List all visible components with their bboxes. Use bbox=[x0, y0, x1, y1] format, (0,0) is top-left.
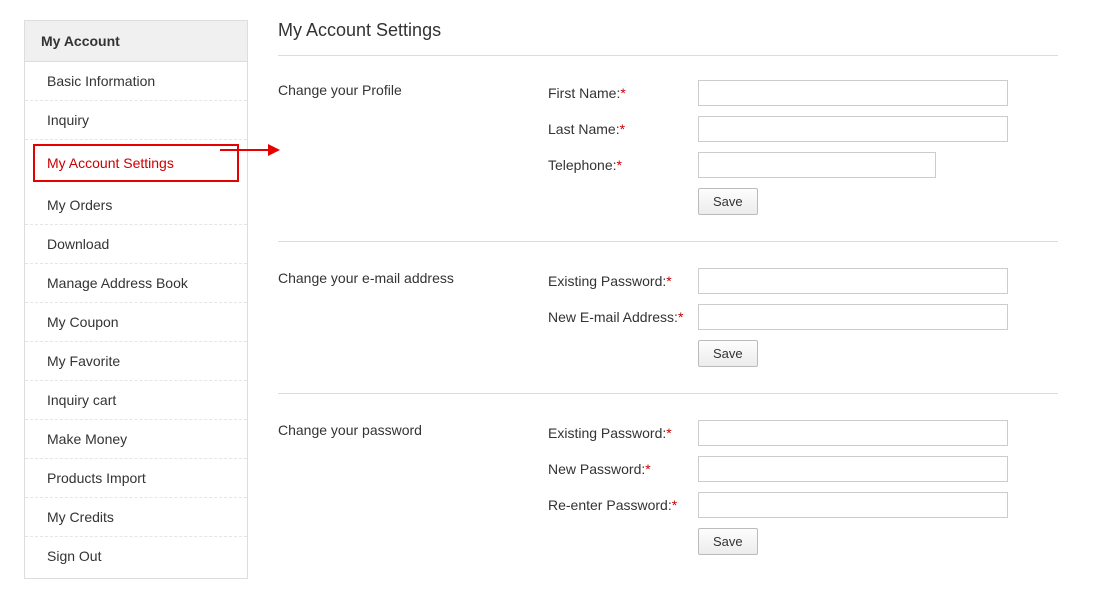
required-marker: * bbox=[645, 461, 650, 477]
label-telephone: Telephone:* bbox=[548, 157, 698, 173]
sidebar-item-my-orders[interactable]: My Orders bbox=[25, 186, 247, 225]
new-email-field[interactable] bbox=[698, 304, 1008, 330]
required-marker: * bbox=[620, 85, 625, 101]
label-existing-password: Existing Password:* bbox=[548, 425, 698, 441]
row-save-profile: Save bbox=[548, 188, 1058, 215]
sidebar-item-manage-address-book[interactable]: Manage Address Book bbox=[25, 264, 247, 303]
label-existing-password: Existing Password:* bbox=[548, 273, 698, 289]
sidebar-item-products-import[interactable]: Products Import bbox=[25, 459, 247, 498]
divider bbox=[278, 393, 1058, 394]
section-title-password: Change your password bbox=[278, 420, 548, 561]
sidebar-item-my-coupon[interactable]: My Coupon bbox=[25, 303, 247, 342]
sidebar-item-my-favorite[interactable]: My Favorite bbox=[25, 342, 247, 381]
row-telephone: Telephone:* bbox=[548, 152, 1058, 178]
sidebar: My Account Basic Information Inquiry My … bbox=[24, 20, 248, 579]
row-last-name: Last Name:* bbox=[548, 116, 1058, 142]
divider bbox=[278, 241, 1058, 242]
row-save-email: Save bbox=[548, 340, 1058, 367]
required-marker: * bbox=[678, 309, 683, 325]
label-last-name: Last Name:* bbox=[548, 121, 698, 137]
new-password-field[interactable] bbox=[698, 456, 1008, 482]
section-title-profile: Change your Profile bbox=[278, 80, 548, 221]
form-profile: First Name:* Last Name:* Telephone:* Sav… bbox=[548, 80, 1058, 221]
last-name-field[interactable] bbox=[698, 116, 1008, 142]
label-first-name: First Name:* bbox=[548, 85, 698, 101]
sidebar-item-download[interactable]: Download bbox=[25, 225, 247, 264]
row-existing-password: Existing Password:* bbox=[548, 420, 1058, 446]
label-new-email: New E-mail Address:* bbox=[548, 309, 698, 325]
sidebar-item-inquiry[interactable]: Inquiry bbox=[25, 101, 247, 140]
row-existing-password-email: Existing Password:* bbox=[548, 268, 1058, 294]
row-new-email: New E-mail Address:* bbox=[548, 304, 1058, 330]
form-email: Existing Password:* New E-mail Address:*… bbox=[548, 268, 1058, 373]
save-password-button[interactable]: Save bbox=[698, 528, 758, 555]
sidebar-item-make-money[interactable]: Make Money bbox=[25, 420, 247, 459]
sidebar-item-my-account-settings[interactable]: My Account Settings bbox=[33, 144, 239, 182]
sidebar-item-sign-out[interactable]: Sign Out bbox=[25, 537, 247, 575]
section-password: Change your password Existing Password:*… bbox=[278, 420, 1058, 561]
section-email: Change your e-mail address Existing Pass… bbox=[278, 268, 1058, 373]
row-first-name: First Name:* bbox=[548, 80, 1058, 106]
telephone-field[interactable] bbox=[698, 152, 936, 178]
required-marker: * bbox=[617, 157, 622, 173]
save-email-button[interactable]: Save bbox=[698, 340, 758, 367]
required-marker: * bbox=[666, 273, 671, 289]
sidebar-item-my-credits[interactable]: My Credits bbox=[25, 498, 247, 537]
reenter-password-field[interactable] bbox=[698, 492, 1008, 518]
row-reenter-password: Re-enter Password:* bbox=[548, 492, 1058, 518]
save-profile-button[interactable]: Save bbox=[698, 188, 758, 215]
existing-password-field[interactable] bbox=[698, 268, 1008, 294]
required-marker: * bbox=[620, 121, 625, 137]
form-password: Existing Password:* New Password:* Re-en… bbox=[548, 420, 1058, 561]
page-title: My Account Settings bbox=[278, 20, 1058, 41]
label-reenter-password: Re-enter Password:* bbox=[548, 497, 698, 513]
section-title-email: Change your e-mail address bbox=[278, 268, 548, 373]
first-name-field[interactable] bbox=[698, 80, 1008, 106]
sidebar-item-inquiry-cart[interactable]: Inquiry cart bbox=[25, 381, 247, 420]
row-save-password: Save bbox=[548, 528, 1058, 555]
sidebar-item-basic-information[interactable]: Basic Information bbox=[25, 62, 247, 101]
divider bbox=[278, 55, 1058, 56]
sidebar-header: My Account bbox=[25, 21, 247, 62]
required-marker: * bbox=[672, 497, 677, 513]
required-marker: * bbox=[666, 425, 671, 441]
page-container: My Account Basic Information Inquiry My … bbox=[0, 0, 1102, 599]
section-profile: Change your Profile First Name:* Last Na… bbox=[278, 80, 1058, 221]
main-content: My Account Settings Change your Profile … bbox=[278, 20, 1078, 579]
label-new-password: New Password:* bbox=[548, 461, 698, 477]
existing-password-field-2[interactable] bbox=[698, 420, 1008, 446]
row-new-password: New Password:* bbox=[548, 456, 1058, 482]
